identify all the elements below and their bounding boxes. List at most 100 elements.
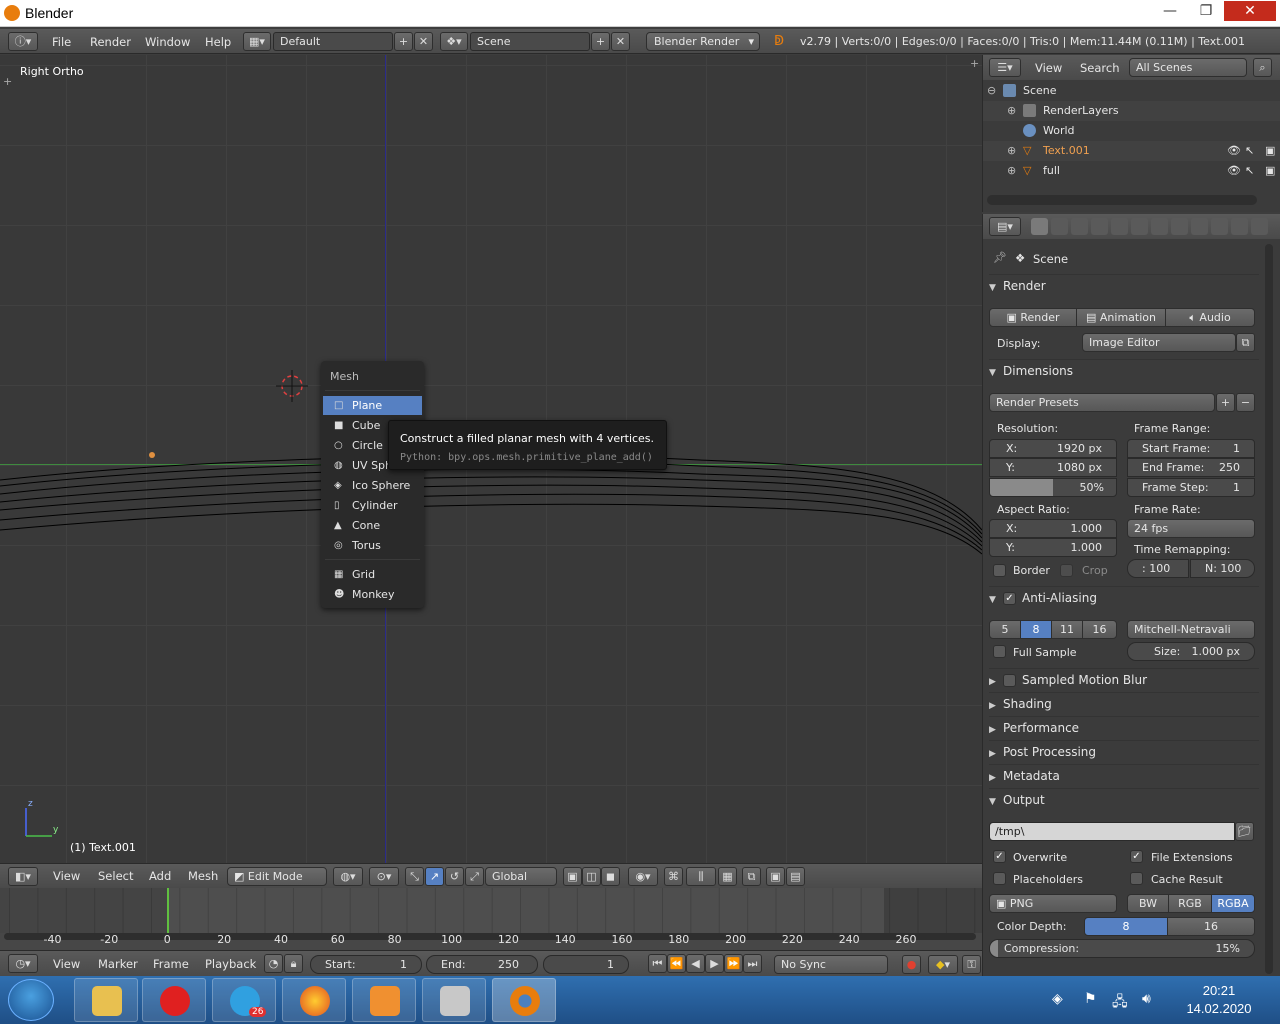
pin-icon[interactable]: 📌︎ xyxy=(993,251,1007,264)
add-preset-icon[interactable]: + xyxy=(1216,393,1235,412)
volume-icon[interactable]: 🔊︎ xyxy=(1142,991,1151,1007)
face-select-icon[interactable]: ◼ xyxy=(601,867,620,886)
menu-item-cylinder[interactable]: ▯ Cylinder xyxy=(323,496,422,515)
frame-rate-dropdown[interactable]: 24 fps xyxy=(1127,519,1255,538)
taskbar-sublime-text[interactable] xyxy=(352,978,416,1022)
menu-search[interactable]: Search xyxy=(1080,61,1120,75)
translate-manipulator-icon[interactable]: ↗ xyxy=(425,867,444,886)
expand-icon[interactable]: ⊖ xyxy=(987,84,996,97)
delete-scene-icon[interactable]: ✕ xyxy=(611,32,630,51)
render-tab-icon[interactable] xyxy=(1031,218,1048,235)
preview-range-icon[interactable]: ◔ xyxy=(264,954,283,973)
mesh-options-icon[interactable]: ⌘ xyxy=(664,867,683,886)
menu-select[interactable]: Select xyxy=(98,869,133,883)
color-mode-rgb[interactable]: RGB xyxy=(1168,894,1212,913)
menu-item-cone[interactable]: ▲ Cone xyxy=(323,516,422,535)
aspect-y-field[interactable]: Y: 1.000 xyxy=(989,538,1117,557)
search-icon[interactable]: ⌕ xyxy=(1253,58,1272,77)
scene-icon[interactable]: ❖▾ xyxy=(440,32,468,51)
cache-result-checkbox[interactable] xyxy=(1130,872,1143,885)
renderability-camera-icon[interactable]: ▣ xyxy=(1265,164,1275,177)
outliner-row-renderlayers[interactable]: ⊕ RenderLayers xyxy=(983,101,1280,121)
menu-item-grid[interactable]: ▦ Grid xyxy=(323,565,422,584)
menu-item-ico-sphere[interactable]: ◈ Ico Sphere xyxy=(323,476,422,495)
aa-samples-11[interactable]: 11 xyxy=(1051,620,1083,639)
expand-icon[interactable]: ⊕ xyxy=(1007,144,1016,157)
taskbar-telegram[interactable]: 26 xyxy=(212,978,276,1022)
outliner-filter-dropdown[interactable]: All Scenes xyxy=(1129,58,1247,77)
menu-view[interactable]: View xyxy=(1035,61,1062,75)
render-image-icon[interactable]: ▣ xyxy=(766,867,785,886)
menu-view[interactable]: View xyxy=(53,957,80,971)
outliner-row-world[interactable]: World xyxy=(983,121,1280,141)
constraints-tab-icon[interactable] xyxy=(1131,218,1148,235)
action-center-flag-icon[interactable]: ⚑ xyxy=(1084,991,1097,1007)
data-tab-icon[interactable] xyxy=(1171,218,1188,235)
manipulator-toggle-icon[interactable]: ⤡ xyxy=(405,867,424,886)
mode-dropdown[interactable]: ◩ Edit Mode xyxy=(227,867,327,886)
shading-panel-header[interactable]: ▶ Shading xyxy=(989,692,1259,716)
anti-aliasing-checkbox[interactable]: ✓ xyxy=(1003,592,1016,605)
start-button[interactable] xyxy=(8,979,54,1021)
editor-type-3d-icon[interactable]: ◧▾ xyxy=(8,867,38,886)
renderability-camera-icon[interactable]: ▣ xyxy=(1265,144,1275,157)
render-engine-dropdown[interactable]: Blender Render ▾ xyxy=(646,32,760,51)
menu-add[interactable]: Add xyxy=(149,869,171,883)
pivot-point-icon[interactable]: ⊙▾ xyxy=(369,867,399,886)
jump-prev-keyframe-icon[interactable]: ⏪ xyxy=(667,954,686,973)
aa-samples-8[interactable]: 8 xyxy=(1020,620,1052,639)
properties-toggle-icon[interactable]: + xyxy=(970,57,979,70)
menu-mesh[interactable]: Mesh xyxy=(188,869,218,883)
viewport-shading-icon[interactable]: ◍▾ xyxy=(333,867,363,886)
add-scene-icon[interactable]: + xyxy=(591,32,610,51)
play-reverse-icon[interactable]: ◀ xyxy=(686,954,705,973)
sampled-motion-blur-panel-header[interactable]: ▶ Sampled Motion Blur xyxy=(989,668,1259,692)
filter-size-field[interactable]: Size: 1.000 px xyxy=(1127,642,1255,661)
post-processing-panel-header[interactable]: ▶ Post Processing xyxy=(989,740,1259,764)
record-keyframe-icon[interactable]: ● xyxy=(902,955,921,974)
visibility-eye-icon[interactable]: 👁︎ xyxy=(1227,164,1241,177)
full-sample-checkbox[interactable] xyxy=(993,645,1006,658)
output-path-input[interactable]: /tmp\ xyxy=(989,822,1235,841)
render-panel-header[interactable]: ▼ Render xyxy=(989,274,1259,298)
render-button[interactable]: ▣ Render xyxy=(989,308,1077,327)
motion-blur-checkbox[interactable] xyxy=(1003,674,1016,687)
material-tab-icon[interactable] xyxy=(1191,218,1208,235)
color-mode-bw[interactable]: BW xyxy=(1127,894,1169,913)
screen-layout-icon[interactable]: ▦▾ xyxy=(243,32,271,51)
notification-icon[interactable]: ◈ xyxy=(1052,991,1063,1007)
jump-end-icon[interactable]: ⏭ xyxy=(743,954,762,973)
output-panel-header[interactable]: ▼ Output xyxy=(989,788,1259,812)
scale-manipulator-icon[interactable]: ⤢ xyxy=(465,867,484,886)
color-mode-rgba[interactable]: RGBA xyxy=(1211,894,1255,913)
vertex-select-icon[interactable]: ▣ xyxy=(563,867,582,886)
display-dropdown[interactable]: Image Editor xyxy=(1082,333,1236,352)
render-animation-icon[interactable]: ▤ xyxy=(786,867,805,886)
outliner-editor[interactable]: ☰▾ View Search All Scenes ⌕ ⊖ Scene ⊕ Rend… xyxy=(982,55,1280,212)
timeline-editor[interactable]: -40 -20 0 20 40 60 80 100 120 140 160 180 200 220 240 2… xyxy=(0,888,982,950)
end-frame-field[interactable]: End Frame: 250 xyxy=(1127,458,1255,477)
aa-samples-5[interactable]: 5 xyxy=(989,620,1021,639)
taskbar-firefox[interactable] xyxy=(282,978,346,1022)
folder-browse-icon[interactable]: 📁︎ xyxy=(1235,822,1254,841)
border-checkbox[interactable] xyxy=(993,564,1006,577)
current-frame-cursor[interactable] xyxy=(167,888,169,933)
overwrite-checkbox[interactable]: ✓ xyxy=(993,850,1006,863)
current-frame-field[interactable]: 1 xyxy=(543,955,629,974)
play-icon[interactable]: ▶ xyxy=(705,954,724,973)
resolution-x-field[interactable]: X: 1920 px xyxy=(989,439,1117,458)
taskbar-blender[interactable] xyxy=(492,978,556,1022)
menu-view[interactable]: View xyxy=(53,869,80,883)
expand-icon[interactable]: ⊕ xyxy=(1007,164,1016,177)
edge-select-icon[interactable]: ◫ xyxy=(582,867,601,886)
performance-panel-header[interactable]: ▶ Performance xyxy=(989,716,1259,740)
selectability-cursor-icon[interactable]: ↖ xyxy=(1245,144,1254,157)
texture-tab-icon[interactable] xyxy=(1211,218,1228,235)
menu-file[interactable]: File xyxy=(52,35,71,49)
crop-checkbox[interactable] xyxy=(1060,564,1073,577)
editor-type-info-icon[interactable]: ⓘ▾ xyxy=(8,32,38,51)
taskbar-clock[interactable]: 20:21 14.02.2020 xyxy=(1172,982,1266,1018)
outliner-row-scene[interactable]: ⊖ Scene xyxy=(983,81,1280,101)
rotate-manipulator-icon[interactable]: ↺ xyxy=(445,867,464,886)
selectability-cursor-icon[interactable]: ↖ xyxy=(1245,164,1254,177)
